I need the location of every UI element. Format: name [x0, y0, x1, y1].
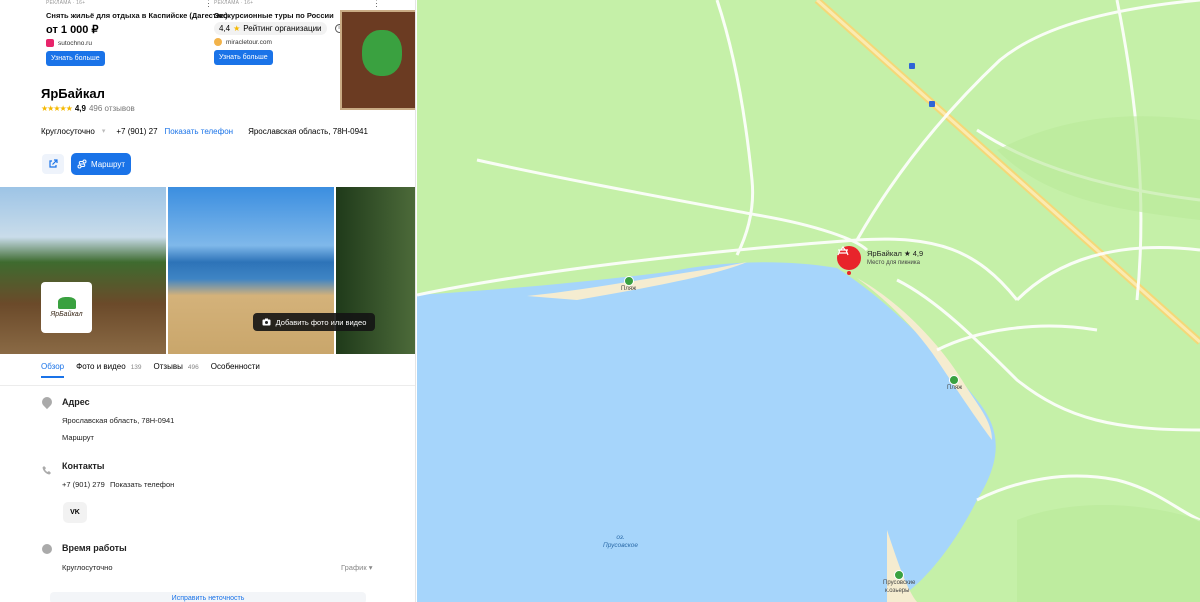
location-pin-icon: [39, 394, 55, 410]
chevron-down-icon: ▾: [368, 563, 373, 572]
beach-poi-icon[interactable]: [894, 570, 904, 580]
ad-learn-more-button[interactable]: Узнать больше: [46, 51, 105, 66]
rating-value: 4,4: [219, 24, 231, 33]
tab-bar: Обзор Фото и видео 139 Отзывы 496 Особенно…: [41, 362, 260, 378]
star-icon: ★: [233, 24, 241, 33]
beach-poi-icon[interactable]: [624, 276, 634, 286]
hours-title: Время работы: [62, 543, 127, 553]
tab-label: Обзор: [41, 362, 65, 371]
ad-tag: РЕКЛАМА · 16+: [46, 0, 86, 6]
share-button[interactable]: [42, 154, 64, 174]
lake-label-name: Прусовское: [603, 542, 639, 549]
sign-emblem: [362, 30, 402, 76]
ad-price: от 1 000 ₽: [46, 24, 99, 36]
favicon-icon: [214, 38, 222, 46]
org-logo: ЯрБайкал: [41, 282, 92, 333]
ad-card[interactable]: РЕКЛАМА · 16+ ⋮ Снять жильё для отдыха в…: [46, 0, 228, 66]
tab-count: 139: [130, 364, 142, 371]
add-photo-label: Добавить фото или видео: [275, 317, 367, 327]
schedule-link[interactable]: График ▾: [341, 563, 372, 572]
poi-label: к.озьеры: [885, 588, 910, 594]
tab-overview[interactable]: Обзор: [41, 362, 65, 378]
address-title: Адрес: [62, 397, 90, 407]
map-place-subtitle: Место для пикника: [867, 260, 920, 266]
beach-label: Пляж: [621, 286, 637, 292]
rating-score: 4,9: [74, 104, 86, 113]
road-sign-icon: [929, 101, 935, 107]
route-button-label: Маршрут: [90, 159, 126, 169]
add-photo-button[interactable]: Добавить фото или видео: [253, 313, 375, 331]
beach-label: Пляж: [947, 385, 963, 391]
tab-label: Фото и видео: [76, 362, 126, 371]
address-text[interactable]: Ярославская область, 78Н-0941: [248, 127, 368, 136]
ad-domain-text: sutochno.ru: [58, 39, 92, 47]
ad-domain[interactable]: sutochno.ru: [46, 39, 211, 47]
tab-label: Особенности: [210, 362, 260, 371]
org-rating[interactable]: ★★★★★ 4,9 496 отзывов: [41, 104, 135, 113]
phone-icon: [42, 462, 52, 475]
page-title: ЯрБайкал: [41, 86, 105, 101]
tab-label: Отзывы: [153, 362, 183, 371]
pin-point: [847, 271, 851, 275]
sign-image: [340, 10, 415, 110]
logo-text: ЯрБайкал: [50, 311, 83, 318]
schedule-label: График: [341, 563, 367, 572]
logo-icon: [57, 297, 76, 309]
beach-poi-icon[interactable]: [949, 375, 959, 385]
chevron-down-icon[interactable]: ▾: [102, 127, 106, 136]
tab-reviews[interactable]: Отзывы 496: [154, 362, 199, 378]
favicon-icon: [46, 39, 54, 47]
more-icon[interactable]: ⋮: [372, 0, 381, 9]
place-panel: РЕКЛАМА · 16+ ⋮ Снять жильё для отдыха в…: [0, 0, 416, 602]
route-button[interactable]: Маршрут: [71, 153, 131, 175]
phone-text: +7 (901) 27: [116, 127, 158, 136]
reviews-count[interactable]: 496 отзывов: [89, 104, 135, 113]
address-value: Ярославская область, 78Н-0941: [62, 416, 175, 425]
contacts-title: Контакты: [62, 461, 105, 471]
clock-icon: [42, 544, 52, 554]
map-place-title[interactable]: ЯрБайкал ★ 4,9: [867, 249, 923, 258]
rating-label: Рейтинг организации: [243, 24, 322, 33]
poi-label: Прусовские: [883, 580, 916, 586]
tab-photos[interactable]: Фото и видео 139: [76, 362, 141, 378]
ad-title[interactable]: Снять жильё для отдыха в Каспийске (Даге…: [46, 11, 228, 20]
rating-pill: 4,4 ★ Рейтинг организации: [214, 22, 327, 35]
place-pin-icon[interactable]: [837, 246, 861, 270]
camera-icon: [262, 318, 271, 326]
divider: [0, 385, 415, 386]
org-summary-line: Круглосуточно ▾ +7 (901) 27 Показать тел…: [41, 127, 368, 136]
ad-learn-more-button[interactable]: Узнать больше: [214, 50, 273, 65]
map-view[interactable]: ЯрБайкал ★ 4,9 Место для пикника Пляж Пл…: [417, 0, 1200, 602]
tab-count: 496: [187, 364, 199, 371]
hours-text: Круглосуточно: [41, 127, 95, 136]
lake-label-prefix: оз.: [616, 534, 625, 541]
lake-label: оз. Прусовское: [603, 534, 638, 550]
road-sign-icon: [909, 63, 915, 69]
app-root: РЕКЛАМА · 16+ ⋮ Снять жильё для отдыха в…: [0, 0, 1200, 602]
tab-features[interactable]: Особенности: [211, 362, 260, 378]
ad-domain-text: miracletour.com: [226, 38, 272, 46]
ad-tag: РЕКЛАМА · 16+: [214, 0, 254, 6]
show-phone-link[interactable]: Показать телефон: [165, 127, 234, 136]
contacts-show-phone-link[interactable]: Показать телефон: [110, 480, 174, 489]
fix-inaccuracy-button[interactable]: Исправить неточность: [50, 592, 366, 602]
rating-stars-icon: ★★★★★: [41, 104, 73, 113]
contacts-phone: +7 (901) 279: [62, 480, 105, 489]
share-icon: [49, 159, 58, 168]
map-canvas: [417, 0, 1200, 602]
more-icon[interactable]: ⋮: [204, 0, 213, 9]
address-route-link[interactable]: Маршрут: [62, 433, 94, 442]
route-icon: [77, 159, 87, 169]
hours-value: Круглосуточно: [62, 563, 113, 572]
vk-icon[interactable]: VK: [63, 502, 87, 523]
